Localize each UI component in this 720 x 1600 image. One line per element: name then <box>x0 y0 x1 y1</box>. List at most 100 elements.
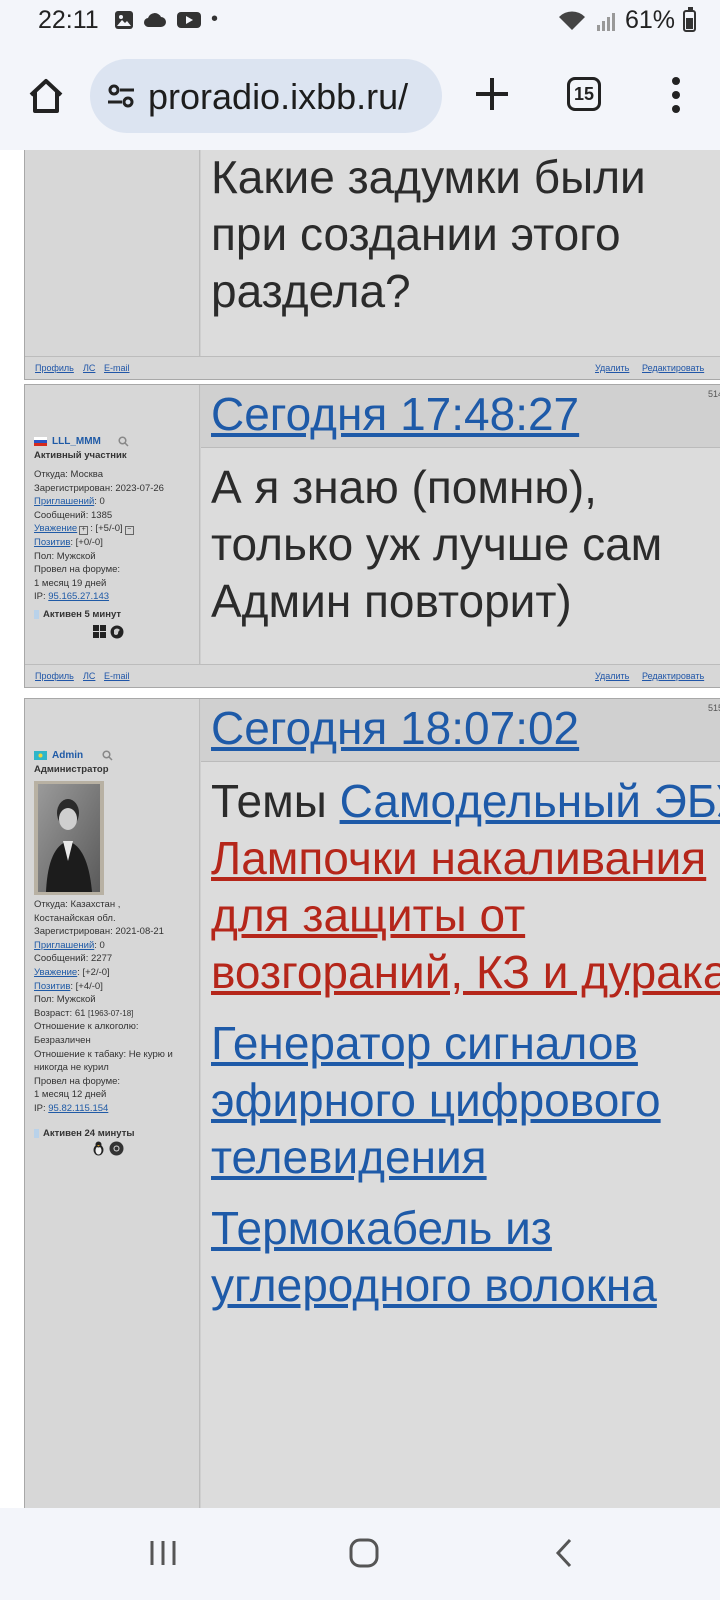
user-location: Откуда: Москва <box>34 469 103 480</box>
positive-link[interactable]: Позитив <box>34 537 70 548</box>
respect-minus-icon[interactable]: − <box>124 526 134 536</box>
invites-link[interactable]: Приглашений <box>34 496 94 507</box>
notification-icons: • <box>114 8 218 31</box>
forum-post: Admin Администратор Откуда: Казахстан , … <box>24 698 720 1508</box>
respect-plus-icon[interactable]: + <box>79 526 89 536</box>
post-author-column: Admin Администратор Откуда: Казахстан , … <box>25 699 200 1508</box>
wifi-icon <box>558 10 585 30</box>
new-tab-button[interactable] <box>472 74 512 114</box>
user-registered: Зарегистрирован: 2021-08-21 <box>34 926 164 938</box>
post-footer: Профиль ЛС E-mail Удалить Редактировать <box>25 664 720 687</box>
forum-post: Какие задумки были при создании этого ра… <box>24 150 720 380</box>
russia-flag-icon <box>34 437 47 446</box>
ip-label: IP: <box>34 591 49 603</box>
user-info: Откуда: Казахстан , Костанайская обл. За… <box>34 898 196 1116</box>
gallery-icon <box>115 10 133 29</box>
user-gender: Пол: Мужской <box>34 550 96 562</box>
email-link[interactable]: E-mail <box>104 363 130 373</box>
post-header: Сегодня 18:07:02 515 <box>201 699 720 762</box>
post-number[interactable]: 515 <box>708 703 720 713</box>
topic-link[interactable]: Термокабель из углеродного волокна <box>211 1202 657 1311</box>
edit-link[interactable]: Редактировать <box>642 671 704 681</box>
linux-icon <box>93 1141 104 1156</box>
positive-link[interactable]: Позитив <box>34 981 70 992</box>
post-header: Сегодня 17:48:27 514 <box>201 385 720 448</box>
online-label: Провел на форуме: <box>34 1075 121 1087</box>
user-gender: Пол: Мужской <box>34 994 96 1006</box>
respect-value: : [+5/-0] <box>90 523 123 535</box>
alcohol-value: Безразличен <box>34 1034 91 1046</box>
alcohol-label: Отношение к алкоголю: <box>34 1021 139 1033</box>
signal-icon <box>596 12 615 31</box>
battery-icon <box>683 6 696 32</box>
user-age: Возраст: 61 <box>34 1007 86 1019</box>
system-nav-bar <box>0 1508 720 1600</box>
username-link[interactable]: Admin <box>52 750 83 761</box>
topic-link[interactable]: Самодельный ЭБУ <box>340 775 720 827</box>
back-button[interactable] <box>552 1537 576 1569</box>
site-settings-icon[interactable] <box>106 81 136 111</box>
post-time-link[interactable]: Сегодня 18:07:02 <box>211 701 579 755</box>
cloud-icon <box>143 12 166 27</box>
url-text[interactable]: proradio.ixbb.ru/ <box>148 76 408 118</box>
browser-toolbar: proradio.ixbb.ru/ 15 <box>0 44 720 150</box>
positive-value: : [+4/-0] <box>70 980 103 992</box>
user-posts: Сообщений: 1385 <box>34 509 113 521</box>
user-rank: Администратор <box>34 764 109 775</box>
post-text: А я знаю (помню), только уж лучше сам Ад… <box>211 461 663 627</box>
search-icon[interactable] <box>118 436 129 447</box>
page-left-edge <box>0 150 24 1508</box>
search-icon[interactable] <box>102 750 113 761</box>
username-link[interactable]: LLL_MMM <box>52 436 101 447</box>
status-indicator-icon <box>34 1129 39 1138</box>
user-avatar <box>34 781 104 895</box>
post-body: Сегодня 17:48:27 514 А я знаю (помню), т… <box>201 385 720 667</box>
pm-link[interactable]: ЛС <box>83 363 95 373</box>
post-content: Темы Самодельный ЭБУ Лампочки накаливани… <box>211 773 720 1314</box>
respect-link[interactable]: Уважение <box>34 523 77 534</box>
home-nav-button[interactable] <box>348 1537 380 1569</box>
topic-link[interactable]: Генератор сигналов эфирного цифрового те… <box>211 1017 661 1183</box>
post-number[interactable]: 514 <box>708 389 720 399</box>
status-bar: 22:11 • 61% <box>0 0 720 44</box>
delete-link[interactable]: Удалить <box>595 363 629 373</box>
online-time: 1 месяц 19 дней <box>34 577 107 589</box>
overflow-menu-icon[interactable] <box>664 75 688 115</box>
address-bar[interactable]: proradio.ixbb.ru/ <box>90 59 442 133</box>
browser-icon <box>110 625 124 639</box>
ip-link[interactable]: 95.82.115.154 <box>48 1103 108 1114</box>
respect-link[interactable]: Уважение <box>34 967 77 978</box>
more-notifications-dot: • <box>211 8 219 30</box>
respect-value: : [+2/-0] <box>77 966 110 978</box>
user-posts: Сообщений: 2277 <box>34 953 113 965</box>
user-rank: Активный участник <box>34 450 127 461</box>
home-button[interactable] <box>26 76 66 116</box>
invites-value: : 0 <box>94 939 105 951</box>
recent-apps-button[interactable] <box>148 1538 178 1568</box>
pm-link[interactable]: ЛС <box>83 671 95 681</box>
delete-link[interactable]: Удалить <box>595 671 629 681</box>
topics-label: Темы <box>211 775 327 827</box>
web-page: Какие задумки были при создании этого ра… <box>0 150 720 1508</box>
active-status: Активен 5 минут <box>43 609 122 620</box>
forum-post: LLL_MMM Активный участник Откуда: Москва… <box>24 384 720 688</box>
status-time: 22:11 <box>38 6 99 34</box>
post-body: Какие задумки были при создании этого ра… <box>201 150 720 359</box>
tab-switcher-button[interactable]: 15 <box>567 77 601 111</box>
edit-link[interactable]: Редактировать <box>642 363 704 373</box>
invites-link[interactable]: Приглашений <box>34 940 94 951</box>
user-birthdate: [1963-07-18] <box>88 1008 134 1018</box>
profile-link[interactable]: Профиль <box>35 363 74 373</box>
post-footer: Профиль ЛС E-mail Удалить Редактировать <box>25 356 720 379</box>
status-indicator-icon <box>34 610 39 619</box>
tobacco-value: никогда не курил <box>34 1062 109 1074</box>
email-link[interactable]: E-mail <box>104 671 130 681</box>
post-time-link[interactable]: Сегодня 17:48:27 <box>211 387 579 441</box>
ip-link[interactable]: 95.165.27.143 <box>48 591 109 602</box>
user-info: Откуда: Москва Зарегистрирован: 2023-07-… <box>34 468 196 604</box>
topic-link[interactable]: Лампочки накаливания для защиты от возго… <box>211 832 720 998</box>
profile-link[interactable]: Профиль <box>35 671 74 681</box>
invites-value: : 0 <box>94 496 105 508</box>
windows-icon <box>93 625 106 638</box>
post-author-column <box>25 150 200 359</box>
